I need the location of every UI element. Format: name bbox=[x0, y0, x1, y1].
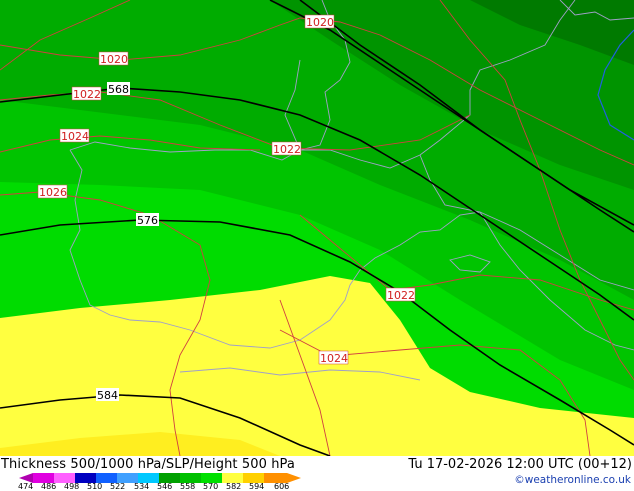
map-title: Thickness 500/1000 hPa/SLP/Height 500 hP… bbox=[1, 457, 295, 472]
svg-text:584: 584 bbox=[97, 389, 118, 402]
isobar-label-5: 1024 bbox=[59, 128, 90, 143]
isobar-label-8: 1024 bbox=[318, 350, 349, 365]
weather-map: 1020 1020 1022 1022 1024 1026 1022 1024 … bbox=[0, 0, 634, 456]
map-footer: Thickness 500/1000 hPa/SLP/Height 500 hP… bbox=[0, 456, 634, 491]
isobar-label-2: 1020 bbox=[98, 51, 129, 66]
height-label-584: 584 bbox=[96, 388, 119, 402]
valid-time: Tu 17-02-2026 12:00 UTC (00+12) bbox=[408, 457, 632, 472]
isobar-label-3: 1022 bbox=[71, 86, 102, 101]
svg-text:1026: 1026 bbox=[39, 186, 67, 199]
credit-link[interactable]: ©weatheronline.co.uk bbox=[514, 474, 631, 486]
isobar-label-4: 1022 bbox=[271, 141, 302, 156]
isobar-label-6: 1026 bbox=[37, 184, 68, 199]
svg-text:1022: 1022 bbox=[73, 88, 101, 101]
svg-text:576: 576 bbox=[137, 214, 158, 227]
isobar-label-7: 1022 bbox=[385, 287, 416, 302]
svg-text:568: 568 bbox=[108, 83, 129, 96]
height-label-568: 568 bbox=[107, 82, 130, 96]
svg-text:1020: 1020 bbox=[100, 53, 128, 66]
svg-text:1020: 1020 bbox=[306, 16, 334, 29]
svg-text:1024: 1024 bbox=[320, 352, 348, 365]
svg-text:1024: 1024 bbox=[61, 130, 89, 143]
height-label-576: 576 bbox=[136, 213, 159, 227]
scale-right-arrow bbox=[287, 473, 301, 483]
isobar-label-1: 1020 bbox=[304, 14, 335, 29]
svg-text:1022: 1022 bbox=[387, 289, 415, 302]
svg-text:1022: 1022 bbox=[273, 143, 301, 156]
